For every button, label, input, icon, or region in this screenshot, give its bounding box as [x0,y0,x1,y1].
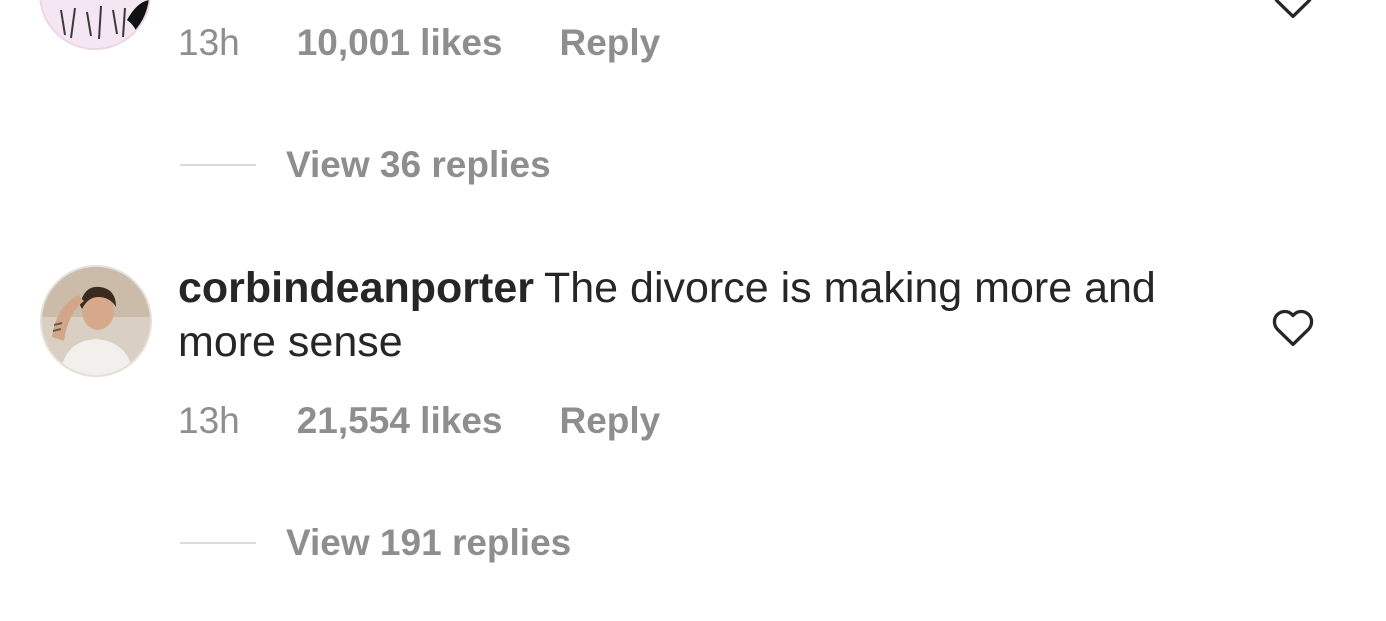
comment-username[interactable]: corbindeanporter [178,264,534,312]
comment-meta: 13h 10,001 likes Reply [178,18,660,68]
replies-divider-line [180,164,256,166]
view-replies-button[interactable]: View 36 replies [180,140,551,190]
comment-meta: 13h 21,554 likes Reply [178,396,660,446]
like-heart-icon[interactable] [1271,0,1315,20]
reply-button[interactable]: Reply [559,400,660,442]
comments-section: 13h 10,001 likes Reply View 36 replies c… [0,0,1386,621]
like-heart-icon[interactable] [1271,306,1315,348]
comment-body: corbindeanporter The divorce is making mo… [178,261,1228,369]
view-replies-label: View 191 replies [286,522,572,563]
comment-likes-count[interactable]: 10,001 likes [297,22,503,64]
avatar[interactable] [39,0,151,50]
view-replies-label: View 36 replies [286,144,551,185]
comment-likes-count[interactable]: 21,554 likes [297,400,503,442]
view-replies-button[interactable]: View 191 replies [180,518,571,568]
avatar-image [41,0,149,48]
replies-divider-line [180,542,256,544]
comment-timestamp: 13h [178,400,240,441]
avatar-image [42,267,150,375]
comment-timestamp: 13h [178,22,240,63]
reply-button[interactable]: Reply [559,22,660,64]
avatar[interactable] [40,265,152,377]
